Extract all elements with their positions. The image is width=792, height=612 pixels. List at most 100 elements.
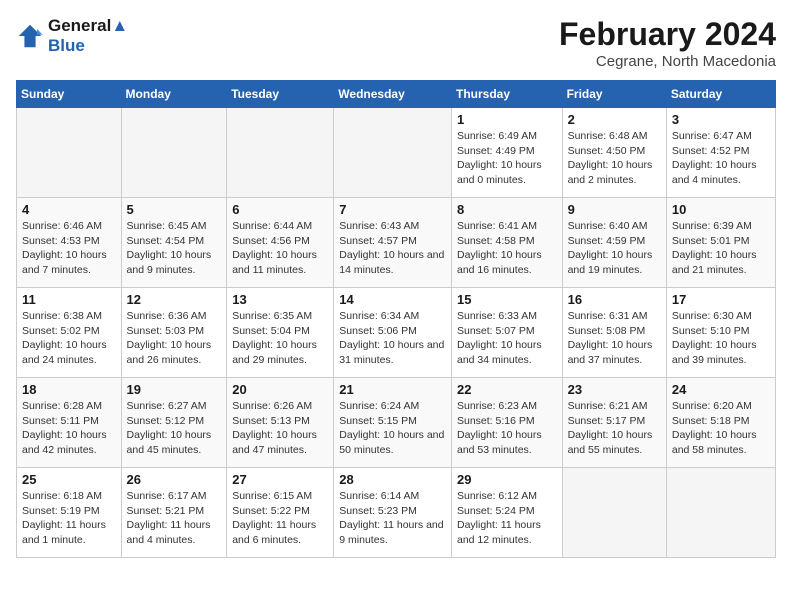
page-header: General▲ Blue February 2024 Cegrane, Nor… <box>16 16 776 70</box>
calendar-cell: 22Sunrise: 6:23 AMSunset: 5:16 PMDayligh… <box>451 378 562 468</box>
day-info: Sunrise: 6:26 AMSunset: 5:13 PMDaylight:… <box>232 399 328 458</box>
calendar-cell: 23 Sunrise: 6:21 AMSunset: 5:17 PMDayligh… <box>562 378 666 468</box>
day-number: 29 <box>457 472 557 487</box>
day-info: Sunrise: 6:40 AMSunset: 4:59 PMDaylight:… <box>568 219 661 278</box>
day-number: 25 <box>22 472 116 487</box>
day-number: 1 <box>457 112 557 127</box>
calendar-cell: 5 Sunrise: 6:45 AMSunset: 4:54 PMDaylight… <box>121 198 227 288</box>
calendar-cell: 15 Sunrise: 6:33 AMSunset: 5:07 PMDayligh… <box>451 288 562 378</box>
day-info: Sunrise: 6:41 AMSunset: 4:58 PMDaylight:… <box>457 219 557 278</box>
day-info: Sunrise: 6:45 AMSunset: 4:54 PMDaylight:… <box>127 219 222 278</box>
calendar-week-3: 18Sunrise: 6:28 AMSunset: 5:11 PMDayligh… <box>17 378 776 468</box>
day-info: Sunrise: 6:49 AMSunset: 4:49 PMDaylight:… <box>457 129 557 188</box>
calendar-cell: 10 Sunrise: 6:39 AMSunset: 5:01 PMDayligh… <box>666 198 775 288</box>
day-info: Sunrise: 6:27 AMSunset: 5:12 PMDaylight:… <box>127 399 222 458</box>
day-number: 11 <box>22 292 116 307</box>
day-number: 3 <box>672 112 770 127</box>
calendar-cell <box>17 108 122 198</box>
calendar-cell: 18Sunrise: 6:28 AMSunset: 5:11 PMDayligh… <box>17 378 122 468</box>
day-info: Sunrise: 6:38 AMSunset: 5:02 PMDaylight:… <box>22 309 116 368</box>
calendar-cell <box>227 108 334 198</box>
calendar-week-4: 25 Sunrise: 6:18 AMSunset: 5:19 PMDayligh… <box>17 468 776 558</box>
day-info: Sunrise: 6:44 AMSunset: 4:56 PMDaylight:… <box>232 219 328 278</box>
calendar-cell: 29 Sunrise: 6:12 AMSunset: 5:24 PMDayligh… <box>451 468 562 558</box>
day-number: 20 <box>232 382 328 397</box>
day-info: Sunrise: 6:14 AMSunset: 5:23 PMDaylight:… <box>339 489 446 548</box>
col-sunday: Sunday <box>17 81 122 108</box>
day-number: 21 <box>339 382 446 397</box>
page-title: February 2024 <box>559 16 776 53</box>
calendar-week-2: 11 Sunrise: 6:38 AMSunset: 5:02 PMDayligh… <box>17 288 776 378</box>
calendar-cell <box>666 468 775 558</box>
day-number: 23 <box>568 382 661 397</box>
logo-text: General▲ Blue <box>48 16 128 55</box>
calendar-table: Sunday Monday Tuesday Wednesday Thursday… <box>16 80 776 558</box>
day-number: 15 <box>457 292 557 307</box>
calendar-cell: 13 Sunrise: 6:35 AMSunset: 5:04 PMDayligh… <box>227 288 334 378</box>
day-info: Sunrise: 6:43 AMSunset: 4:57 PMDaylight:… <box>339 219 446 278</box>
col-monday: Monday <box>121 81 227 108</box>
day-number: 27 <box>232 472 328 487</box>
calendar-cell: 7 Sunrise: 6:43 AMSunset: 4:57 PMDaylight… <box>334 198 452 288</box>
day-number: 26 <box>127 472 222 487</box>
col-friday: Friday <box>562 81 666 108</box>
calendar-cell: 20 Sunrise: 6:26 AMSunset: 5:13 PMDayligh… <box>227 378 334 468</box>
col-wednesday: Wednesday <box>334 81 452 108</box>
day-info: Sunrise: 6:35 AMSunset: 5:04 PMDaylight:… <box>232 309 328 368</box>
logo: General▲ Blue <box>16 16 128 55</box>
day-info: Sunrise: 6:46 AMSunset: 4:53 PMDaylight:… <box>22 219 116 278</box>
calendar-cell: 3Sunrise: 6:47 AMSunset: 4:52 PMDaylight… <box>666 108 775 198</box>
calendar-week-0: 1 Sunrise: 6:49 AMSunset: 4:49 PMDaylight… <box>17 108 776 198</box>
calendar-cell: 12 Sunrise: 6:36 AMSunset: 5:03 PMDayligh… <box>121 288 227 378</box>
calendar-cell <box>334 108 452 198</box>
day-info: Sunrise: 6:18 AMSunset: 5:19 PMDaylight:… <box>22 489 116 548</box>
logo-icon <box>16 22 44 50</box>
day-info: Sunrise: 6:24 AMSunset: 5:15 PMDaylight:… <box>339 399 446 458</box>
day-info: Sunrise: 6:34 AMSunset: 5:06 PMDaylight:… <box>339 309 446 368</box>
day-number: 8 <box>457 202 557 217</box>
day-number: 7 <box>339 202 446 217</box>
calendar-cell: 19 Sunrise: 6:27 AMSunset: 5:12 PMDayligh… <box>121 378 227 468</box>
title-area: February 2024 Cegrane, North Macedonia <box>559 16 776 70</box>
day-info: Sunrise: 6:28 AMSunset: 5:11 PMDaylight:… <box>22 399 116 458</box>
day-number: 10 <box>672 202 770 217</box>
calendar-header: Sunday Monday Tuesday Wednesday Thursday… <box>17 81 776 108</box>
calendar-cell: 21 Sunrise: 6:24 AMSunset: 5:15 PMDayligh… <box>334 378 452 468</box>
day-number: 19 <box>127 382 222 397</box>
calendar-cell: 24Sunrise: 6:20 AMSunset: 5:18 PMDayligh… <box>666 378 775 468</box>
day-info: Sunrise: 6:15 AMSunset: 5:22 PMDaylight:… <box>232 489 328 548</box>
day-number: 17 <box>672 292 770 307</box>
page-subtitle: Cegrane, North Macedonia <box>559 53 776 70</box>
calendar-cell <box>121 108 227 198</box>
calendar-cell: 17Sunrise: 6:30 AMSunset: 5:10 PMDayligh… <box>666 288 775 378</box>
calendar-cell: 11 Sunrise: 6:38 AMSunset: 5:02 PMDayligh… <box>17 288 122 378</box>
calendar-cell: 26Sunrise: 6:17 AMSunset: 5:21 PMDayligh… <box>121 468 227 558</box>
day-number: 13 <box>232 292 328 307</box>
day-info: Sunrise: 6:36 AMSunset: 5:03 PMDaylight:… <box>127 309 222 368</box>
calendar-cell: 14Sunrise: 6:34 AMSunset: 5:06 PMDayligh… <box>334 288 452 378</box>
day-info: Sunrise: 6:21 AMSunset: 5:17 PMDaylight:… <box>568 399 661 458</box>
calendar-body: 1 Sunrise: 6:49 AMSunset: 4:49 PMDaylight… <box>17 108 776 558</box>
header-row: Sunday Monday Tuesday Wednesday Thursday… <box>17 81 776 108</box>
day-number: 28 <box>339 472 446 487</box>
calendar-cell: 28 Sunrise: 6:14 AMSunset: 5:23 PMDayligh… <box>334 468 452 558</box>
calendar-cell: 8 Sunrise: 6:41 AMSunset: 4:58 PMDaylight… <box>451 198 562 288</box>
day-number: 22 <box>457 382 557 397</box>
day-number: 16 <box>568 292 661 307</box>
calendar-cell: 1 Sunrise: 6:49 AMSunset: 4:49 PMDaylight… <box>451 108 562 198</box>
day-info: Sunrise: 6:12 AMSunset: 5:24 PMDaylight:… <box>457 489 557 548</box>
day-number: 4 <box>22 202 116 217</box>
calendar-cell <box>562 468 666 558</box>
day-number: 12 <box>127 292 222 307</box>
day-info: Sunrise: 6:33 AMSunset: 5:07 PMDaylight:… <box>457 309 557 368</box>
day-number: 2 <box>568 112 661 127</box>
calendar-cell: 16Sunrise: 6:31 AMSunset: 5:08 PMDayligh… <box>562 288 666 378</box>
day-info: Sunrise: 6:48 AMSunset: 4:50 PMDaylight:… <box>568 129 661 188</box>
col-thursday: Thursday <box>451 81 562 108</box>
day-info: Sunrise: 6:39 AMSunset: 5:01 PMDaylight:… <box>672 219 770 278</box>
day-number: 5 <box>127 202 222 217</box>
calendar-cell: 25 Sunrise: 6:18 AMSunset: 5:19 PMDayligh… <box>17 468 122 558</box>
col-tuesday: Tuesday <box>227 81 334 108</box>
calendar-cell: 6Sunrise: 6:44 AMSunset: 4:56 PMDaylight… <box>227 198 334 288</box>
day-number: 9 <box>568 202 661 217</box>
